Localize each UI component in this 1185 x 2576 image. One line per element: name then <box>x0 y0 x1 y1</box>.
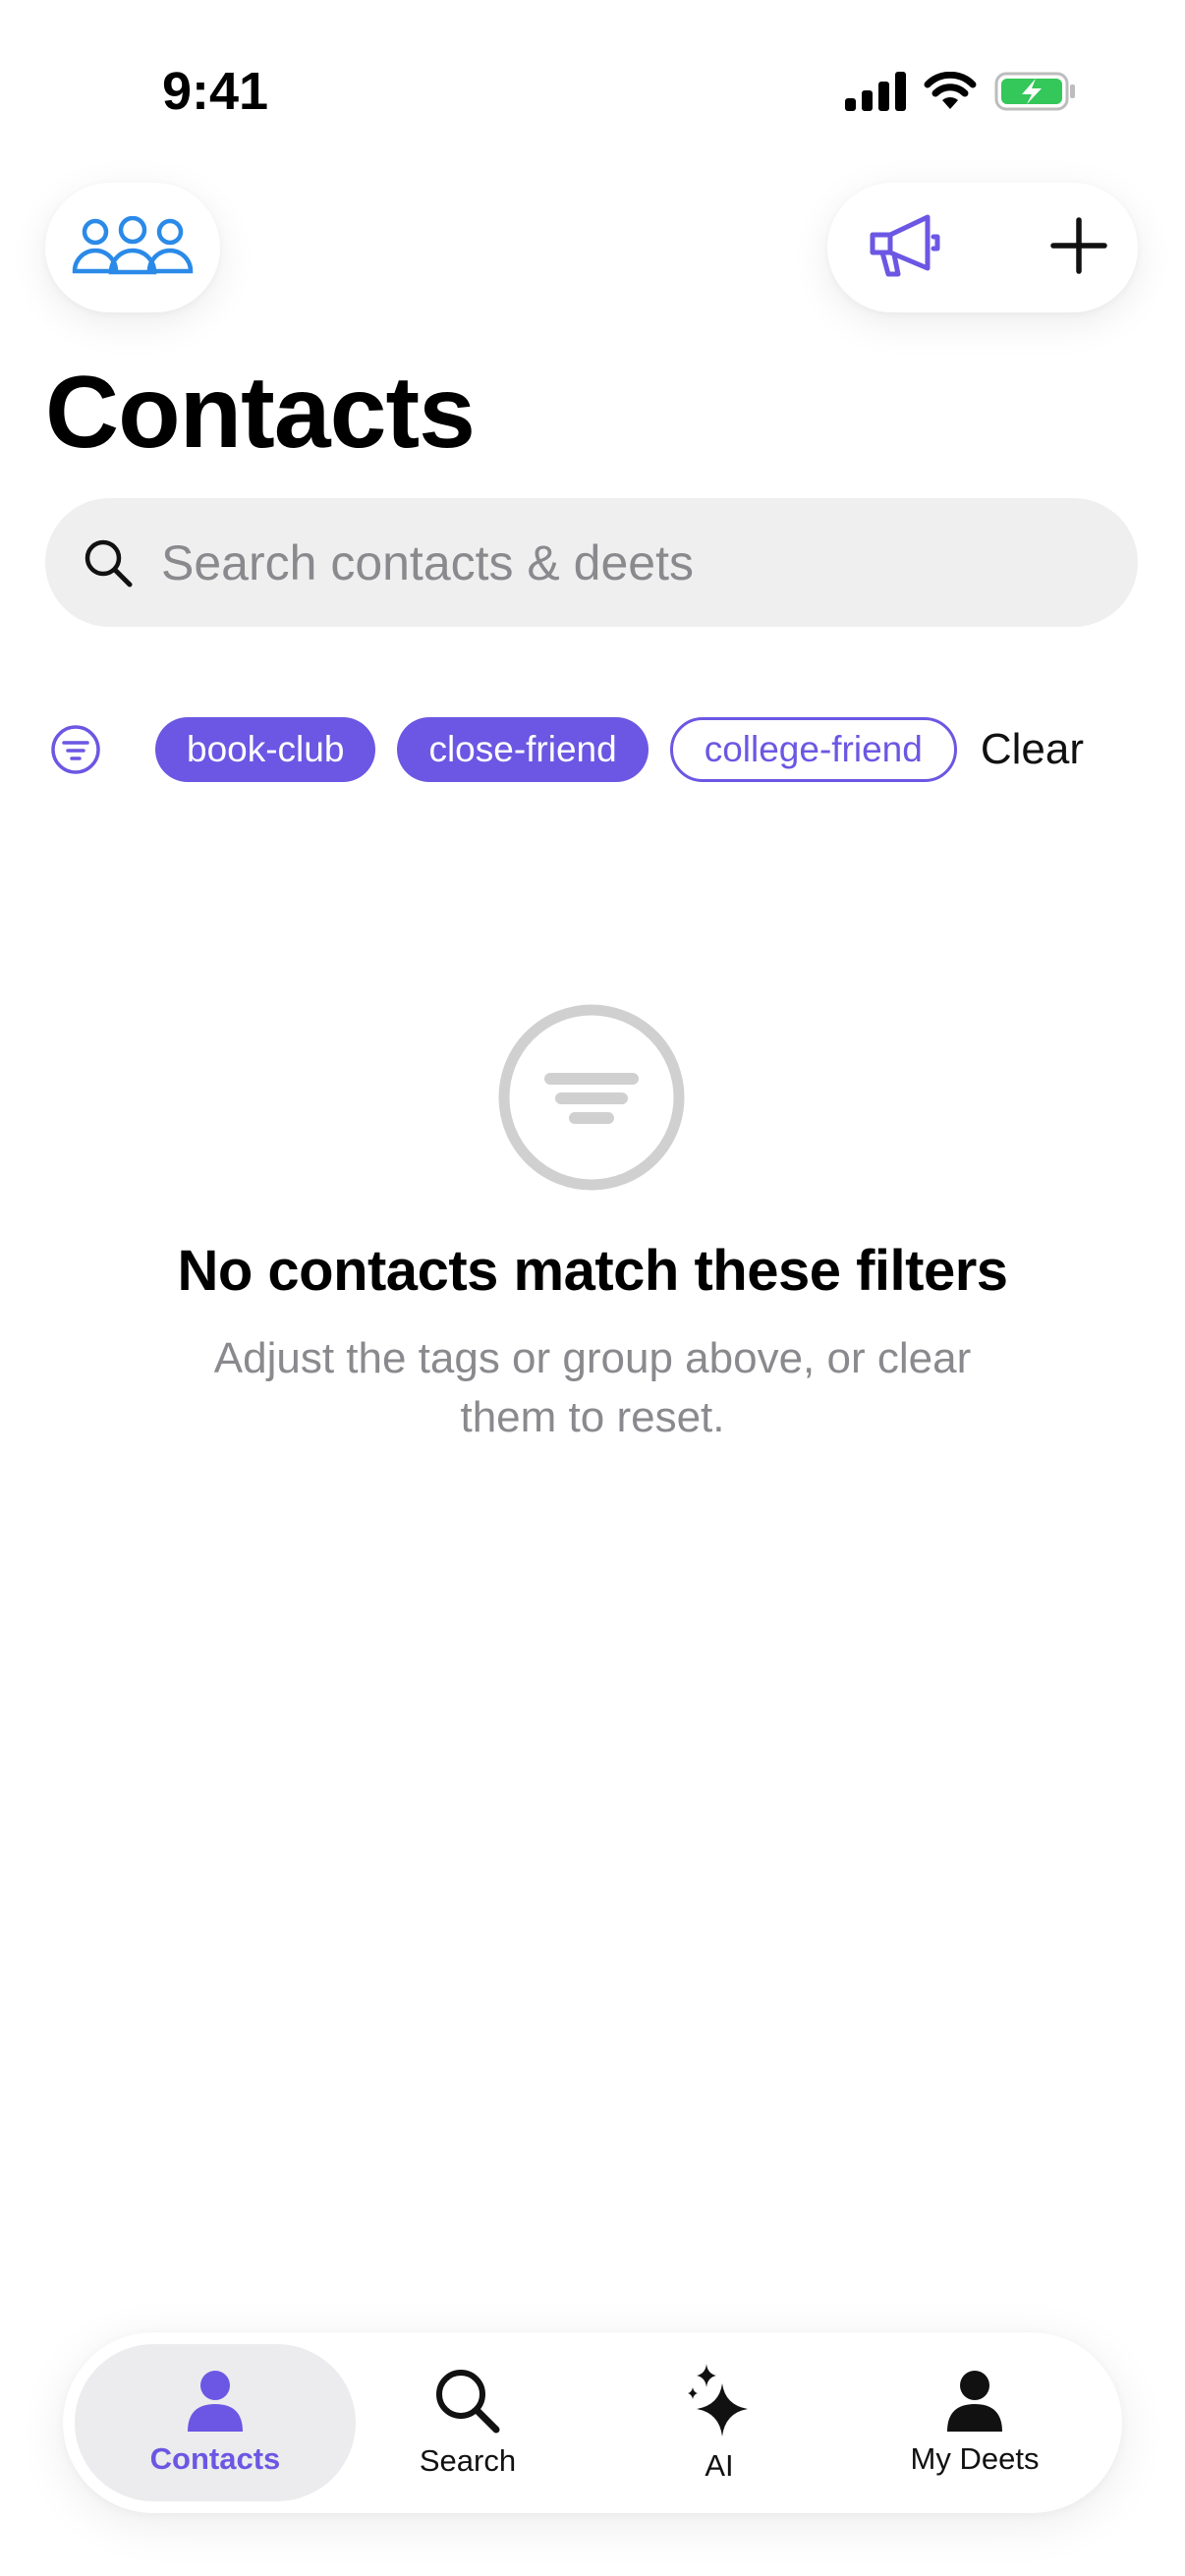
person-icon <box>945 2369 1004 2434</box>
filter-circle-icon <box>496 1002 687 1193</box>
tag-chip-book-club[interactable]: book-club <box>155 717 376 782</box>
search-icon <box>433 2367 502 2436</box>
tab-ai[interactable]: AI <box>580 2344 859 2501</box>
filter-icon <box>50 724 101 775</box>
tag-chip-college-friend[interactable]: college-friend <box>669 717 957 782</box>
sparkles-icon <box>685 2362 754 2440</box>
filter-button[interactable] <box>45 719 106 780</box>
search-bar[interactable] <box>45 498 1138 627</box>
search-icon <box>83 537 134 588</box>
plus-icon <box>1049 216 1108 280</box>
cellular-signal-icon <box>845 71 906 116</box>
people-group-icon <box>72 215 194 280</box>
battery-charging-icon <box>994 71 1077 117</box>
add-contact-button[interactable] <box>1049 216 1108 280</box>
empty-state-subtitle: Adjust the tags or group above, or clear… <box>213 1334 972 1441</box>
header-actions <box>827 183 1138 312</box>
status-icons <box>845 69 1077 118</box>
tab-label-my-deets: My Deets <box>910 2441 1040 2476</box>
tab-contacts[interactable]: Contacts <box>75 2344 356 2501</box>
wifi-icon <box>924 71 977 116</box>
person-icon <box>186 2369 245 2434</box>
tab-label-search: Search <box>419 2443 517 2478</box>
search-input[interactable] <box>159 532 1047 592</box>
tab-my-deets[interactable]: My Deets <box>859 2344 1091 2501</box>
megaphone-icon <box>867 211 941 285</box>
tab-label-ai: AI <box>705 2448 734 2483</box>
tag-filter-row: book-club close-friend college-friend Cl… <box>45 715 1146 784</box>
page-title: Contacts <box>45 356 476 470</box>
tab-search[interactable]: Search <box>356 2344 580 2501</box>
empty-state-title: No contacts match these filters <box>177 1239 1008 1303</box>
status-time: 9:41 <box>162 62 269 121</box>
announcements-button[interactable] <box>867 211 941 285</box>
tag-chip-close-friend[interactable]: close-friend <box>397 717 649 782</box>
tab-bar: Contacts Search AI My Deets <box>63 2332 1122 2513</box>
tab-label-contacts: Contacts <box>149 2441 281 2476</box>
clear-filters-button[interactable]: Clear <box>981 725 1084 774</box>
groups-button[interactable] <box>45 183 220 312</box>
